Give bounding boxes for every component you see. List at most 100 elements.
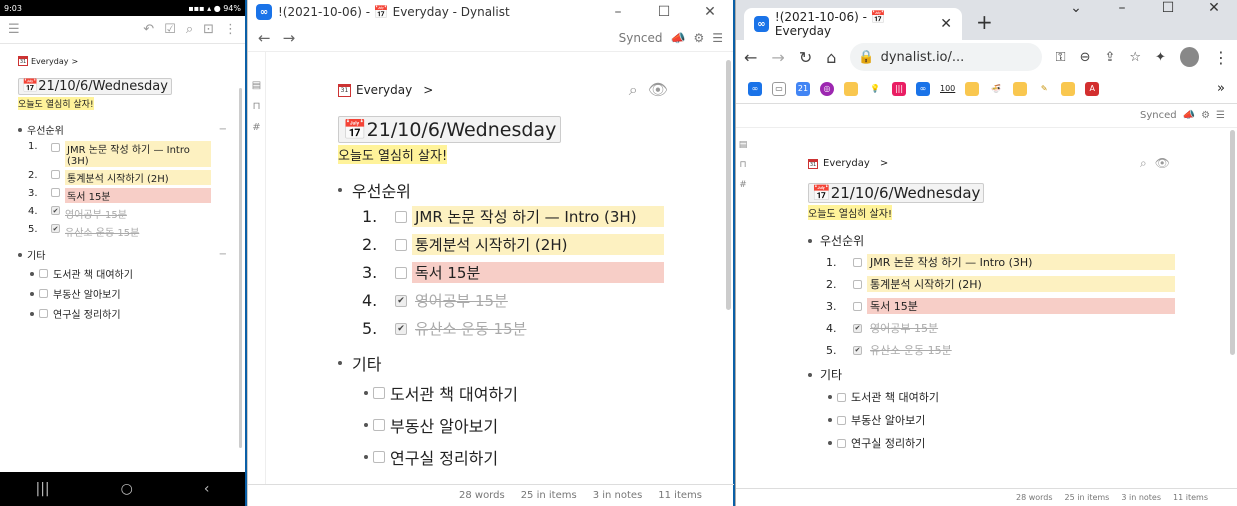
menu-icon[interactable]: ☰: [1216, 110, 1225, 121]
item-text[interactable]: 도서관 책 대여하기: [851, 389, 939, 405]
checkbox[interactable]: [837, 415, 846, 425]
checkbox[interactable]: [39, 269, 48, 278]
list-item[interactable]: 연구실 정리하기: [364, 445, 678, 469]
section-label[interactable]: 우선순위: [27, 122, 64, 137]
home-icon[interactable]: ⌂: [826, 48, 836, 67]
bookmark-100[interactable]: 100: [940, 84, 955, 93]
bookmark-icon[interactable]: ⊓: [253, 101, 261, 112]
item-text[interactable]: 통계분석 시작하기 (2H): [867, 276, 1175, 292]
bookmark-icon[interactable]: ⊓: [739, 160, 746, 170]
list-item[interactable]: 5. ✔ 유산소 운동 15분: [362, 318, 678, 339]
back-arrow-icon[interactable]: ←: [744, 48, 757, 67]
bullet-icon[interactable]: [30, 311, 34, 316]
list-item[interactable]: 3. 독서 15분: [826, 298, 1178, 314]
collapse-icon[interactable]: −: [219, 249, 227, 260]
item-text[interactable]: 부동산 알아보기: [390, 413, 498, 437]
address-bar[interactable]: 🔒 dynalist.io/...: [850, 43, 1042, 71]
close-tab-icon[interactable]: ✕: [940, 16, 952, 32]
collapse-icon[interactable]: −: [219, 124, 227, 135]
checkbox-checked[interactable]: ✔: [853, 323, 862, 333]
list-item[interactable]: 1. JMR 논문 작성 하기 — Intro (3H): [826, 254, 1178, 270]
bullet-icon[interactable]: [338, 361, 342, 365]
list-item[interactable]: 2. 통계분석 시작하기 (2H): [826, 276, 1178, 292]
bullet-icon[interactable]: [30, 271, 34, 276]
bullet-icon[interactable]: [18, 252, 22, 257]
settings-icon[interactable]: ⚙: [1201, 110, 1210, 121]
item-text[interactable]: 부동산 알아보기: [53, 286, 121, 301]
tag-icon[interactable]: #: [252, 122, 260, 133]
checkbox-checked[interactable]: ✔: [395, 294, 407, 307]
item-text[interactable]: 유산소 운동 15분: [412, 318, 529, 339]
list-item[interactable]: 부동산 알아보기: [828, 412, 1178, 428]
back-arrow-icon[interactable]: ←: [258, 29, 271, 47]
home-icon[interactable]: ○: [121, 481, 133, 497]
bookmarks-overflow-icon[interactable]: »: [1217, 81, 1225, 96]
minimize-icon[interactable]: –: [1099, 0, 1145, 20]
bullet-icon[interactable]: [808, 238, 812, 243]
checkbox[interactable]: [39, 289, 48, 298]
menu-icon[interactable]: ☰: [8, 22, 20, 37]
item-text[interactable]: 유산소 운동 15분: [867, 342, 955, 358]
minimize-icon[interactable]: –: [595, 4, 641, 20]
bookmark-folder-icon[interactable]: [844, 81, 858, 96]
page-title[interactable]: 📅21/10/6/Wednesday: [18, 78, 172, 95]
section-label[interactable]: 기타: [820, 366, 842, 383]
checkbox[interactable]: [373, 451, 385, 463]
more-icon[interactable]: ⋮: [1213, 48, 1229, 67]
item-text[interactable]: 도서관 책 대여하기: [53, 266, 133, 281]
bullet-icon[interactable]: [828, 395, 832, 399]
bullet-icon[interactable]: [364, 455, 368, 459]
bookmark-folder-icon[interactable]: [965, 81, 980, 96]
bullet-icon[interactable]: [338, 188, 342, 192]
bookmark-bowl-icon[interactable]: 🍜: [989, 81, 1004, 96]
checkbox[interactable]: [39, 309, 48, 318]
checkbox[interactable]: [837, 392, 846, 402]
tag-icon[interactable]: #: [739, 180, 747, 190]
list-item[interactable]: 4. ✔ 영어공부 15분: [362, 290, 678, 311]
page-note[interactable]: 오늘도 열심히 살자!: [808, 205, 892, 220]
checkbox-checked[interactable]: ✔: [51, 206, 60, 215]
item-text[interactable]: 독서 15분: [412, 262, 664, 283]
page-note[interactable]: 오늘도 열심히 살자!: [338, 145, 448, 164]
page-title[interactable]: 📅21/10/6/Wednesday: [338, 116, 562, 143]
bookmark-dynalist-icon[interactable]: ∞: [916, 81, 930, 96]
list-item[interactable]: 4. ✔ 영어공부 15분: [28, 206, 227, 221]
bullet-icon[interactable]: [18, 127, 22, 132]
item-text[interactable]: 독서 15분: [867, 298, 1175, 314]
page-title[interactable]: 📅21/10/6/Wednesday: [808, 183, 985, 203]
list-item[interactable]: 연구실 정리하기: [828, 435, 1178, 451]
search-icon[interactable]: ⌕: [629, 80, 648, 99]
browser-tab[interactable]: ∞ !(2021-10-06) - 📅 Everyday ✕: [744, 8, 962, 40]
tab-search-icon[interactable]: ⌄: [1053, 0, 1099, 20]
list-item[interactable]: 부동산 알아보기: [364, 413, 678, 437]
bullet-icon[interactable]: [828, 441, 832, 445]
item-text[interactable]: 통계분석 시작하기 (2H): [412, 234, 664, 255]
bookmark-pen-icon[interactable]: ✎: [1037, 81, 1052, 96]
eye-icon[interactable]: 👁: [648, 80, 678, 99]
bullet-icon[interactable]: [364, 391, 368, 395]
checkbox-checked[interactable]: ✔: [51, 224, 60, 233]
breadcrumb[interactable]: 31 Everyday >: [18, 56, 227, 66]
megaphone-icon[interactable]: 📣: [1183, 110, 1195, 121]
list-item[interactable]: 도서관 책 대여하기: [30, 266, 227, 281]
item-text[interactable]: 영어공부 15분: [867, 320, 941, 336]
bullet-icon[interactable]: [808, 372, 812, 377]
list-item[interactable]: 연구실 정리하기: [30, 306, 227, 321]
checkbox-checked[interactable]: ✔: [853, 345, 862, 355]
forward-arrow-icon[interactable]: →: [771, 48, 784, 67]
checkbox[interactable]: [51, 188, 60, 197]
list-item[interactable]: 1. JMR 논문 작성 하기 — Intro (3H): [28, 141, 227, 167]
section-label[interactable]: 우선순위: [820, 232, 864, 249]
item-text[interactable]: 연구실 정리하기: [851, 435, 925, 451]
item-text[interactable]: 영어공부 15분: [412, 290, 511, 311]
star-icon[interactable]: ☆: [1129, 50, 1141, 65]
checkbox[interactable]: [373, 387, 385, 399]
megaphone-icon[interactable]: 📣: [671, 31, 686, 45]
bookmark-calendar-icon[interactable]: ▭: [772, 81, 786, 96]
item-text[interactable]: 부동산 알아보기: [851, 412, 925, 428]
item-text[interactable]: JMR 논문 작성 하기 — Intro (3H): [412, 206, 664, 227]
bullet-icon[interactable]: [30, 291, 34, 296]
zoom-icon[interactable]: ⊖: [1080, 50, 1091, 65]
item-text[interactable]: 독서 15분: [65, 188, 211, 203]
item-text[interactable]: JMR 논문 작성 하기 — Intro (3H): [65, 141, 211, 167]
